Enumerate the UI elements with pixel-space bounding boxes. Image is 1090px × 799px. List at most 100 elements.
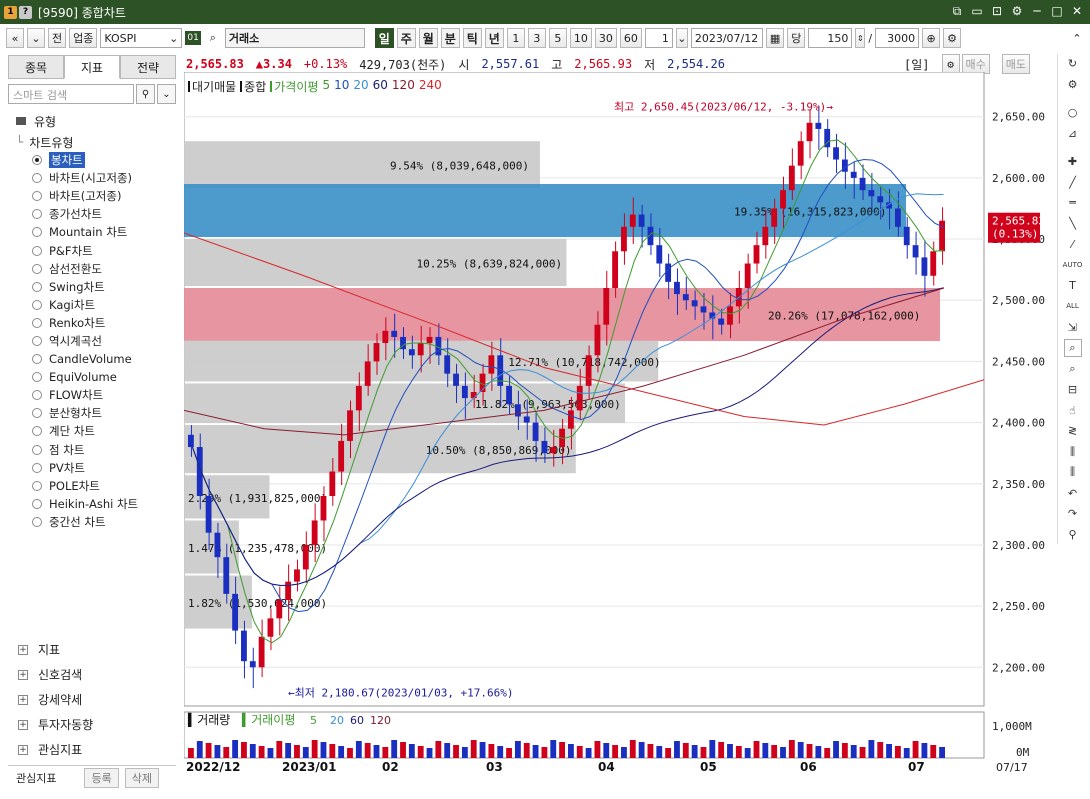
chart-type-item[interactable]: 종가선차트 (8, 205, 176, 223)
market-number-button[interactable]: 01 (185, 31, 201, 45)
candle-body[interactable] (514, 404, 521, 417)
candle-body[interactable] (603, 288, 610, 325)
search-icon[interactable]: ⚲ (136, 84, 155, 104)
expand-down-icon[interactable]: ⌄ (157, 84, 176, 104)
candle-body[interactable] (408, 349, 415, 356)
price-chart[interactable]: 2,650.002,600.002,550.002,500.002,450.00… (184, 72, 1056, 777)
cursor-icon[interactable]: ⇲ (1064, 318, 1082, 337)
radio-icon[interactable] (32, 444, 42, 455)
candle-body[interactable] (355, 385, 362, 411)
candle-body[interactable] (417, 343, 424, 356)
candle-body[interactable] (850, 171, 857, 178)
prev-button[interactable]: 전 (48, 28, 67, 48)
candle-body[interactable] (550, 447, 557, 454)
candle-body[interactable] (621, 226, 627, 252)
zoom-area-icon[interactable]: ⌕ (1064, 359, 1082, 378)
sector-button[interactable]: 업종 (69, 28, 98, 48)
close-button[interactable]: ✕ (1070, 4, 1084, 19)
candle-body[interactable] (453, 373, 459, 386)
delete-button[interactable]: 삭제 (124, 767, 159, 788)
quote-settings-icon[interactable]: ⚙ (941, 54, 960, 74)
candle-body[interactable] (223, 557, 230, 594)
candle-body[interactable] (612, 251, 619, 288)
radio-icon[interactable] (32, 191, 42, 202)
candle-body[interactable] (214, 532, 221, 558)
link-icon[interactable]: ⧉ (950, 4, 964, 19)
candle-body[interactable] (727, 306, 733, 325)
candle-body[interactable] (258, 636, 265, 668)
group-strength[interactable]: + 강세약세 (8, 687, 176, 712)
candle-body[interactable] (329, 471, 336, 496)
type-group-header[interactable]: 유형 (8, 112, 176, 130)
candle-body[interactable] (568, 410, 574, 429)
calendar-icon[interactable]: ▦ (765, 28, 785, 48)
display-count-input[interactable]: 150 (808, 28, 853, 48)
interval-1[interactable]: 1 (506, 28, 525, 48)
candle-body[interactable] (373, 343, 380, 362)
group-favorite-indicators[interactable]: + 관심지표 (8, 737, 176, 762)
radio-icon[interactable] (32, 209, 42, 220)
radio-icon[interactable] (32, 317, 42, 328)
period-week[interactable]: 주 (396, 28, 416, 48)
smart-search-input[interactable]: 스마트 검색 (8, 84, 134, 104)
legend-candle[interactable]: 종합 (240, 78, 266, 95)
radio-icon[interactable] (32, 516, 42, 527)
trend-line-icon[interactable]: ╱ (1064, 173, 1082, 192)
chart-type-item[interactable]: 중간선 차트 (8, 513, 176, 531)
sell-button[interactable]: 매도 (1001, 54, 1030, 74)
capture-icon[interactable]: ⊡ (990, 4, 1004, 19)
collapse-left-button[interactable]: « (6, 28, 24, 48)
candle-body[interactable] (797, 141, 804, 166)
history-dropdown-button[interactable]: ⌄ (27, 28, 45, 48)
zoom-icon[interactable]: ⌕ (1063, 338, 1082, 358)
tab-strategy[interactable]: 전략 (120, 55, 176, 79)
chart-type-item[interactable]: Swing차트 (8, 278, 176, 296)
chart-type-item[interactable]: POLE차트 (8, 477, 176, 495)
candle-body[interactable] (205, 496, 212, 533)
candle-body[interactable] (674, 281, 680, 295)
chart-type-subgroup[interactable]: └ 차트유형 (16, 133, 176, 151)
candle-body[interactable] (461, 385, 468, 399)
candle-body[interactable] (311, 520, 318, 545)
candle-body[interactable] (302, 544, 309, 570)
candle-body[interactable] (921, 257, 928, 276)
candle-body[interactable] (294, 569, 300, 582)
date-input[interactable]: 2023/07/12 (690, 28, 763, 48)
settings-icon[interactable]: ⚙ (1010, 4, 1024, 19)
interval-30[interactable]: 30 (594, 28, 617, 48)
candle-body[interactable] (364, 361, 371, 386)
chart-type-item[interactable]: PV차트 (8, 459, 176, 477)
interval-60[interactable]: 60 (619, 28, 642, 48)
radio-icon[interactable] (32, 263, 42, 274)
radio-icon[interactable] (32, 155, 42, 166)
legend-ma-period[interactable]: 10 (334, 78, 349, 95)
circle-tool-icon[interactable]: ○ (1064, 103, 1082, 122)
radio-icon[interactable] (32, 173, 42, 184)
candle-body[interactable] (444, 355, 451, 374)
candle-body[interactable] (347, 410, 353, 441)
candle-body[interactable] (249, 661, 256, 668)
chart-type-item[interactable]: CandleVolume (8, 350, 176, 368)
diagonal-line-icon[interactable]: ╲ (1064, 214, 1082, 233)
candle-body[interactable] (718, 318, 725, 325)
candle-body[interactable] (320, 496, 327, 521)
candle-body[interactable] (815, 122, 822, 129)
candle-body[interactable] (762, 226, 769, 246)
legend-ma-period[interactable]: 240 (419, 78, 442, 95)
candle-body[interactable] (594, 324, 601, 356)
line-tool-icon[interactable]: ⁄ (1064, 235, 1082, 254)
period-day[interactable]: 일 (374, 28, 394, 48)
radio-icon[interactable] (32, 462, 42, 473)
refresh-icon[interactable]: ↻ (1064, 54, 1082, 73)
candle-body[interactable] (285, 581, 292, 600)
count-stepper[interactable]: ⇕ (855, 28, 866, 48)
candle-body[interactable] (506, 385, 512, 405)
candle-body[interactable] (912, 245, 919, 258)
period-tick[interactable]: 틱 (462, 28, 482, 48)
minimize-button[interactable]: ─ (1030, 4, 1044, 19)
tab-stock[interactable]: 종목 (8, 55, 64, 79)
candle-body[interactable] (391, 330, 398, 337)
candle-body[interactable] (656, 245, 663, 264)
text-tool-icon[interactable]: T (1064, 276, 1082, 295)
candle-body[interactable] (806, 122, 813, 142)
